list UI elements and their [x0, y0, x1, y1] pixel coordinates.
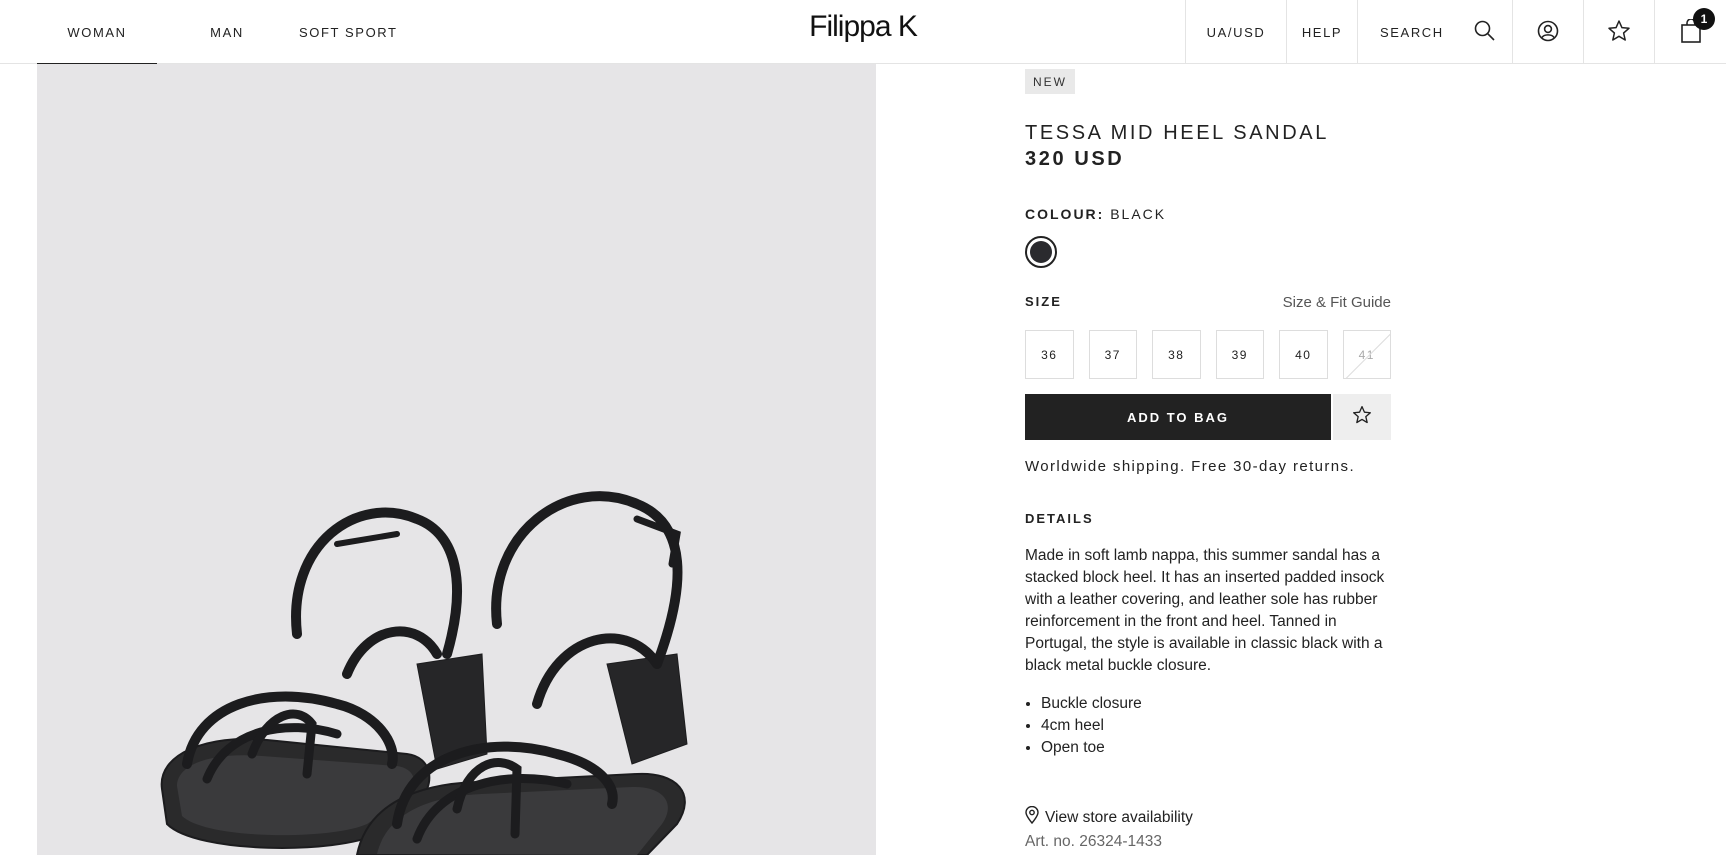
details-heading: DETAILS	[1025, 511, 1094, 526]
purchase-actions: ADD TO BAG	[1025, 394, 1391, 440]
bag-count-badge: 1	[1693, 8, 1715, 30]
size-fit-guide-link[interactable]: Size & Fit Guide	[1283, 294, 1391, 311]
location-pin-icon	[1025, 805, 1039, 829]
store-availability-link[interactable]: View store availability	[1025, 805, 1193, 829]
colour-row: COLOUR: BLACK	[1025, 206, 1166, 222]
product-image[interactable]	[37, 64, 876, 855]
product-price: 320 USD	[1025, 148, 1125, 170]
help-link[interactable]: HELP	[1286, 0, 1357, 64]
swatch-fill	[1030, 241, 1052, 263]
search-icon	[1474, 20, 1495, 44]
product-description: Made in soft lamb nappa, this summer san…	[1025, 547, 1385, 674]
search-button[interactable]: SEARCH	[1357, 0, 1512, 64]
product-title: TESSA MID HEEL SANDAL	[1025, 122, 1329, 144]
brand-logo[interactable]: Filippa K	[809, 10, 918, 43]
feature-item: Buckle closure	[1041, 693, 1142, 715]
store-availability-label: View store availability	[1045, 808, 1193, 826]
nav-soft-sport[interactable]: SOFT SPORT	[299, 0, 398, 64]
add-to-wishlist-button[interactable]	[1333, 394, 1391, 440]
size-selector: 36 37 38 39 40 41	[1025, 330, 1391, 379]
search-label: SEARCH	[1380, 24, 1444, 40]
colour-swatch-black[interactable]	[1025, 236, 1057, 268]
size-option[interactable]: 40	[1279, 330, 1328, 379]
feature-item: 4cm heel	[1041, 715, 1142, 737]
feature-list: Buckle closure 4cm heel Open toe	[1041, 693, 1142, 759]
account-icon	[1537, 20, 1559, 45]
size-option[interactable]: 37	[1088, 330, 1137, 379]
add-to-bag-button[interactable]: ADD TO BAG	[1025, 394, 1331, 440]
colour-value: BLACK	[1110, 206, 1167, 222]
size-option[interactable]: 39	[1215, 330, 1264, 379]
nav-man[interactable]: MAN	[157, 0, 277, 64]
nav-woman[interactable]: WOMAN	[37, 0, 157, 65]
main-nav: WOMAN MAN SOFT SPORT	[37, 0, 398, 65]
account-button[interactable]	[1512, 0, 1583, 64]
shipping-info: Worldwide shipping. Free 30-day returns.	[1025, 458, 1356, 475]
utility-nav: UA/USD HELP SEARCH 1	[1185, 0, 1726, 64]
wishlist-button[interactable]	[1583, 0, 1654, 64]
region-selector[interactable]: UA/USD	[1185, 0, 1286, 64]
size-label: SIZE	[1025, 294, 1062, 309]
new-badge: NEW	[1025, 69, 1075, 94]
site-header: WOMAN MAN SOFT SPORT Filippa K UA/USD HE…	[0, 0, 1726, 65]
feature-item: Open toe	[1041, 737, 1142, 759]
article-number: Art. no. 26324-1433	[1025, 833, 1163, 850]
bag-button[interactable]: 1	[1654, 0, 1726, 64]
size-option-unavailable[interactable]: 41	[1342, 330, 1391, 379]
size-option[interactable]: 38	[1152, 330, 1201, 379]
star-icon	[1352, 405, 1372, 430]
star-icon	[1607, 19, 1631, 46]
colour-label: COLOUR:	[1025, 206, 1105, 222]
size-option[interactable]: 36	[1025, 330, 1074, 379]
sandal-illustration	[160, 491, 688, 855]
